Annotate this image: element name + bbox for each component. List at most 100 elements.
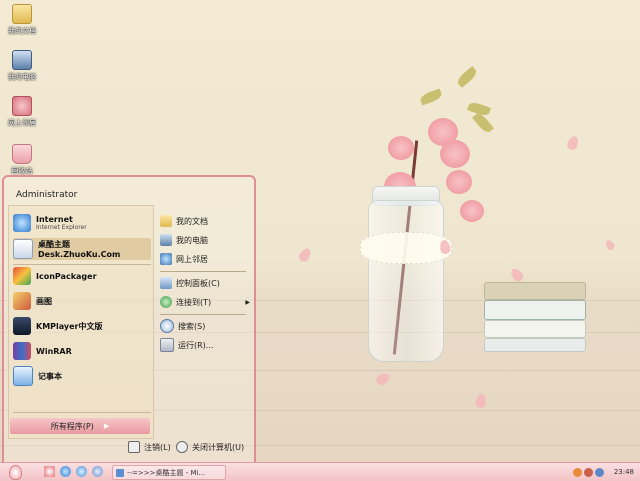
book-stack bbox=[484, 282, 590, 352]
menu-item-title: IconPackager bbox=[36, 271, 97, 281]
my-computer-icon bbox=[12, 50, 32, 70]
lock-icon bbox=[128, 441, 140, 453]
menu-separator bbox=[160, 314, 246, 315]
arrow-right-icon: ▶ bbox=[245, 298, 250, 306]
blossom bbox=[440, 140, 470, 168]
run-icon bbox=[160, 338, 174, 352]
system-tray: 23:48 bbox=[570, 464, 640, 480]
all-programs-label: 所有程序(P) bbox=[50, 421, 94, 431]
menu-item-label: 我的文档 bbox=[176, 216, 208, 226]
menu-item-title: WinRAR bbox=[36, 346, 72, 356]
menu-item-kmplayer[interactable]: KMPlayer中文版 bbox=[13, 315, 151, 337]
menu-item-paint[interactable]: 画图 bbox=[13, 290, 151, 312]
menu-item-control-panel[interactable]: 控制面板(C) bbox=[160, 275, 250, 291]
taskbar-window-label: --=>>>桌酷主题 - Mi... bbox=[127, 468, 206, 477]
kmplayer-icon bbox=[13, 317, 31, 335]
menu-item-notepad[interactable]: 记事本 bbox=[13, 365, 151, 387]
start-menu-header: Administrator bbox=[4, 177, 254, 205]
desktop-icon-network-places[interactable]: 网上邻居 bbox=[4, 96, 40, 128]
quicklaunch-ie-icon[interactable] bbox=[60, 466, 71, 477]
tray-app-icon[interactable] bbox=[583, 467, 593, 477]
shutdown-label: 关闭计算机(U) bbox=[192, 442, 245, 452]
menu-item-my-documents[interactable]: 我的文档 bbox=[160, 213, 250, 229]
notepad-icon bbox=[13, 366, 33, 386]
menu-item-search[interactable]: 搜索(S) bbox=[160, 318, 250, 334]
menu-item-my-computer[interactable]: 我的电脑 bbox=[160, 232, 250, 248]
menu-item-winrar[interactable]: WinRAR bbox=[13, 340, 151, 362]
window-icon bbox=[116, 468, 124, 477]
start-menu: Administrator Internet Internet Explorer… bbox=[2, 175, 256, 464]
user-name: Administrator bbox=[16, 190, 78, 200]
zhuoku-theme-icon bbox=[13, 239, 33, 259]
network-places-icon bbox=[160, 253, 172, 265]
menu-item-internet[interactable]: Internet Internet Explorer bbox=[13, 212, 151, 234]
desktop-icon-recycle-bin[interactable]: 回收站 bbox=[4, 144, 40, 176]
my-documents-icon bbox=[160, 215, 172, 227]
leaf bbox=[455, 66, 479, 88]
petal bbox=[297, 246, 313, 264]
spiral-notebook bbox=[484, 300, 586, 320]
start-menu-footer: 注销(L) 关闭计算机(U) bbox=[4, 437, 254, 462]
menu-item-label: 我的电脑 bbox=[176, 235, 208, 245]
tray-network-icon[interactable] bbox=[594, 467, 604, 477]
internet-explorer-icon bbox=[13, 214, 31, 232]
my-computer-icon bbox=[160, 234, 172, 246]
petal bbox=[565, 134, 581, 152]
desktop-icon-my-computer[interactable]: 我的电脑 bbox=[4, 50, 40, 82]
places-panel: 我的文档 我的电脑 网上邻居 控制面板(C) 连接到(T) ▶ 搜索(S) 运行… bbox=[156, 205, 250, 437]
taskbar: --=>>>桌酷主题 - Mi... 23:48 bbox=[0, 462, 640, 481]
menu-item-title: KMPlayer中文版 bbox=[36, 321, 103, 331]
menu-item-network-places[interactable]: 网上邻居 bbox=[160, 251, 250, 267]
petal bbox=[374, 371, 392, 387]
quicklaunch-player-icon[interactable] bbox=[92, 466, 103, 477]
menu-separator bbox=[160, 271, 246, 272]
tray-app-icon[interactable] bbox=[572, 467, 582, 477]
taskbar-window-button[interactable]: --=>>>桌酷主题 - Mi... bbox=[112, 465, 226, 480]
menu-item-iconpackager[interactable]: IconPackager bbox=[13, 265, 151, 287]
menu-item-zhuoku[interactable]: 桌酷主题Desk.ZhuoKu.Com bbox=[13, 238, 151, 260]
quicklaunch-desktop-icon[interactable] bbox=[44, 466, 55, 477]
connect-to-icon bbox=[160, 296, 172, 308]
glass-jar bbox=[368, 200, 444, 362]
start-orb-icon bbox=[8, 464, 22, 480]
desktop-icon-label: 我的文档 bbox=[8, 27, 36, 35]
menu-item-label: 搜索(S) bbox=[178, 321, 206, 331]
shutdown-button[interactable]: 关闭计算机(U) bbox=[176, 441, 244, 453]
menu-item-title: 桌酷主题Desk.ZhuoKu.Com bbox=[38, 240, 121, 259]
all-programs-button[interactable]: 所有程序(P) ▶ bbox=[10, 418, 150, 434]
menu-item-title: Internet bbox=[36, 215, 73, 224]
quicklaunch-media-icon[interactable] bbox=[76, 466, 87, 477]
recycle-bin-icon bbox=[12, 144, 32, 164]
menu-item-connect-to[interactable]: 连接到(T) ▶ bbox=[160, 294, 250, 310]
menu-item-label: 运行(R)... bbox=[178, 340, 214, 350]
book bbox=[484, 320, 586, 338]
menu-item-run[interactable]: 运行(R)... bbox=[160, 337, 250, 353]
pinned-programs-panel: Internet Internet Explorer 桌酷主题Desk.Zhuo… bbox=[8, 205, 154, 439]
menu-separator bbox=[13, 412, 151, 413]
petal bbox=[508, 266, 526, 284]
petal bbox=[604, 238, 616, 252]
petal bbox=[474, 393, 488, 409]
power-icon bbox=[176, 441, 188, 453]
blossom bbox=[460, 200, 484, 222]
blossom bbox=[388, 136, 414, 160]
book bbox=[484, 282, 586, 300]
my-documents-icon bbox=[12, 4, 32, 24]
menu-item-label: 控制面板(C) bbox=[176, 278, 220, 288]
menu-item-title: 画图 bbox=[36, 296, 52, 306]
menu-item-label: 连接到(T) bbox=[176, 297, 212, 307]
logoff-label: 注销(L) bbox=[144, 442, 171, 452]
paint-icon bbox=[13, 292, 31, 310]
lace-ribbon bbox=[360, 232, 452, 264]
desktop-icon-label: 网上邻居 bbox=[8, 119, 36, 127]
blossom bbox=[446, 170, 472, 194]
winrar-icon bbox=[13, 342, 31, 360]
start-button[interactable] bbox=[3, 464, 27, 480]
desktop-icon-my-documents[interactable]: 我的文档 bbox=[4, 4, 40, 36]
control-panel-icon bbox=[160, 277, 172, 289]
desktop-icon-label: 我的电脑 bbox=[8, 73, 36, 81]
iconpackager-icon bbox=[13, 267, 31, 285]
book bbox=[484, 338, 586, 352]
logoff-button[interactable]: 注销(L) bbox=[128, 441, 171, 453]
clock: 23:48 bbox=[613, 468, 634, 476]
